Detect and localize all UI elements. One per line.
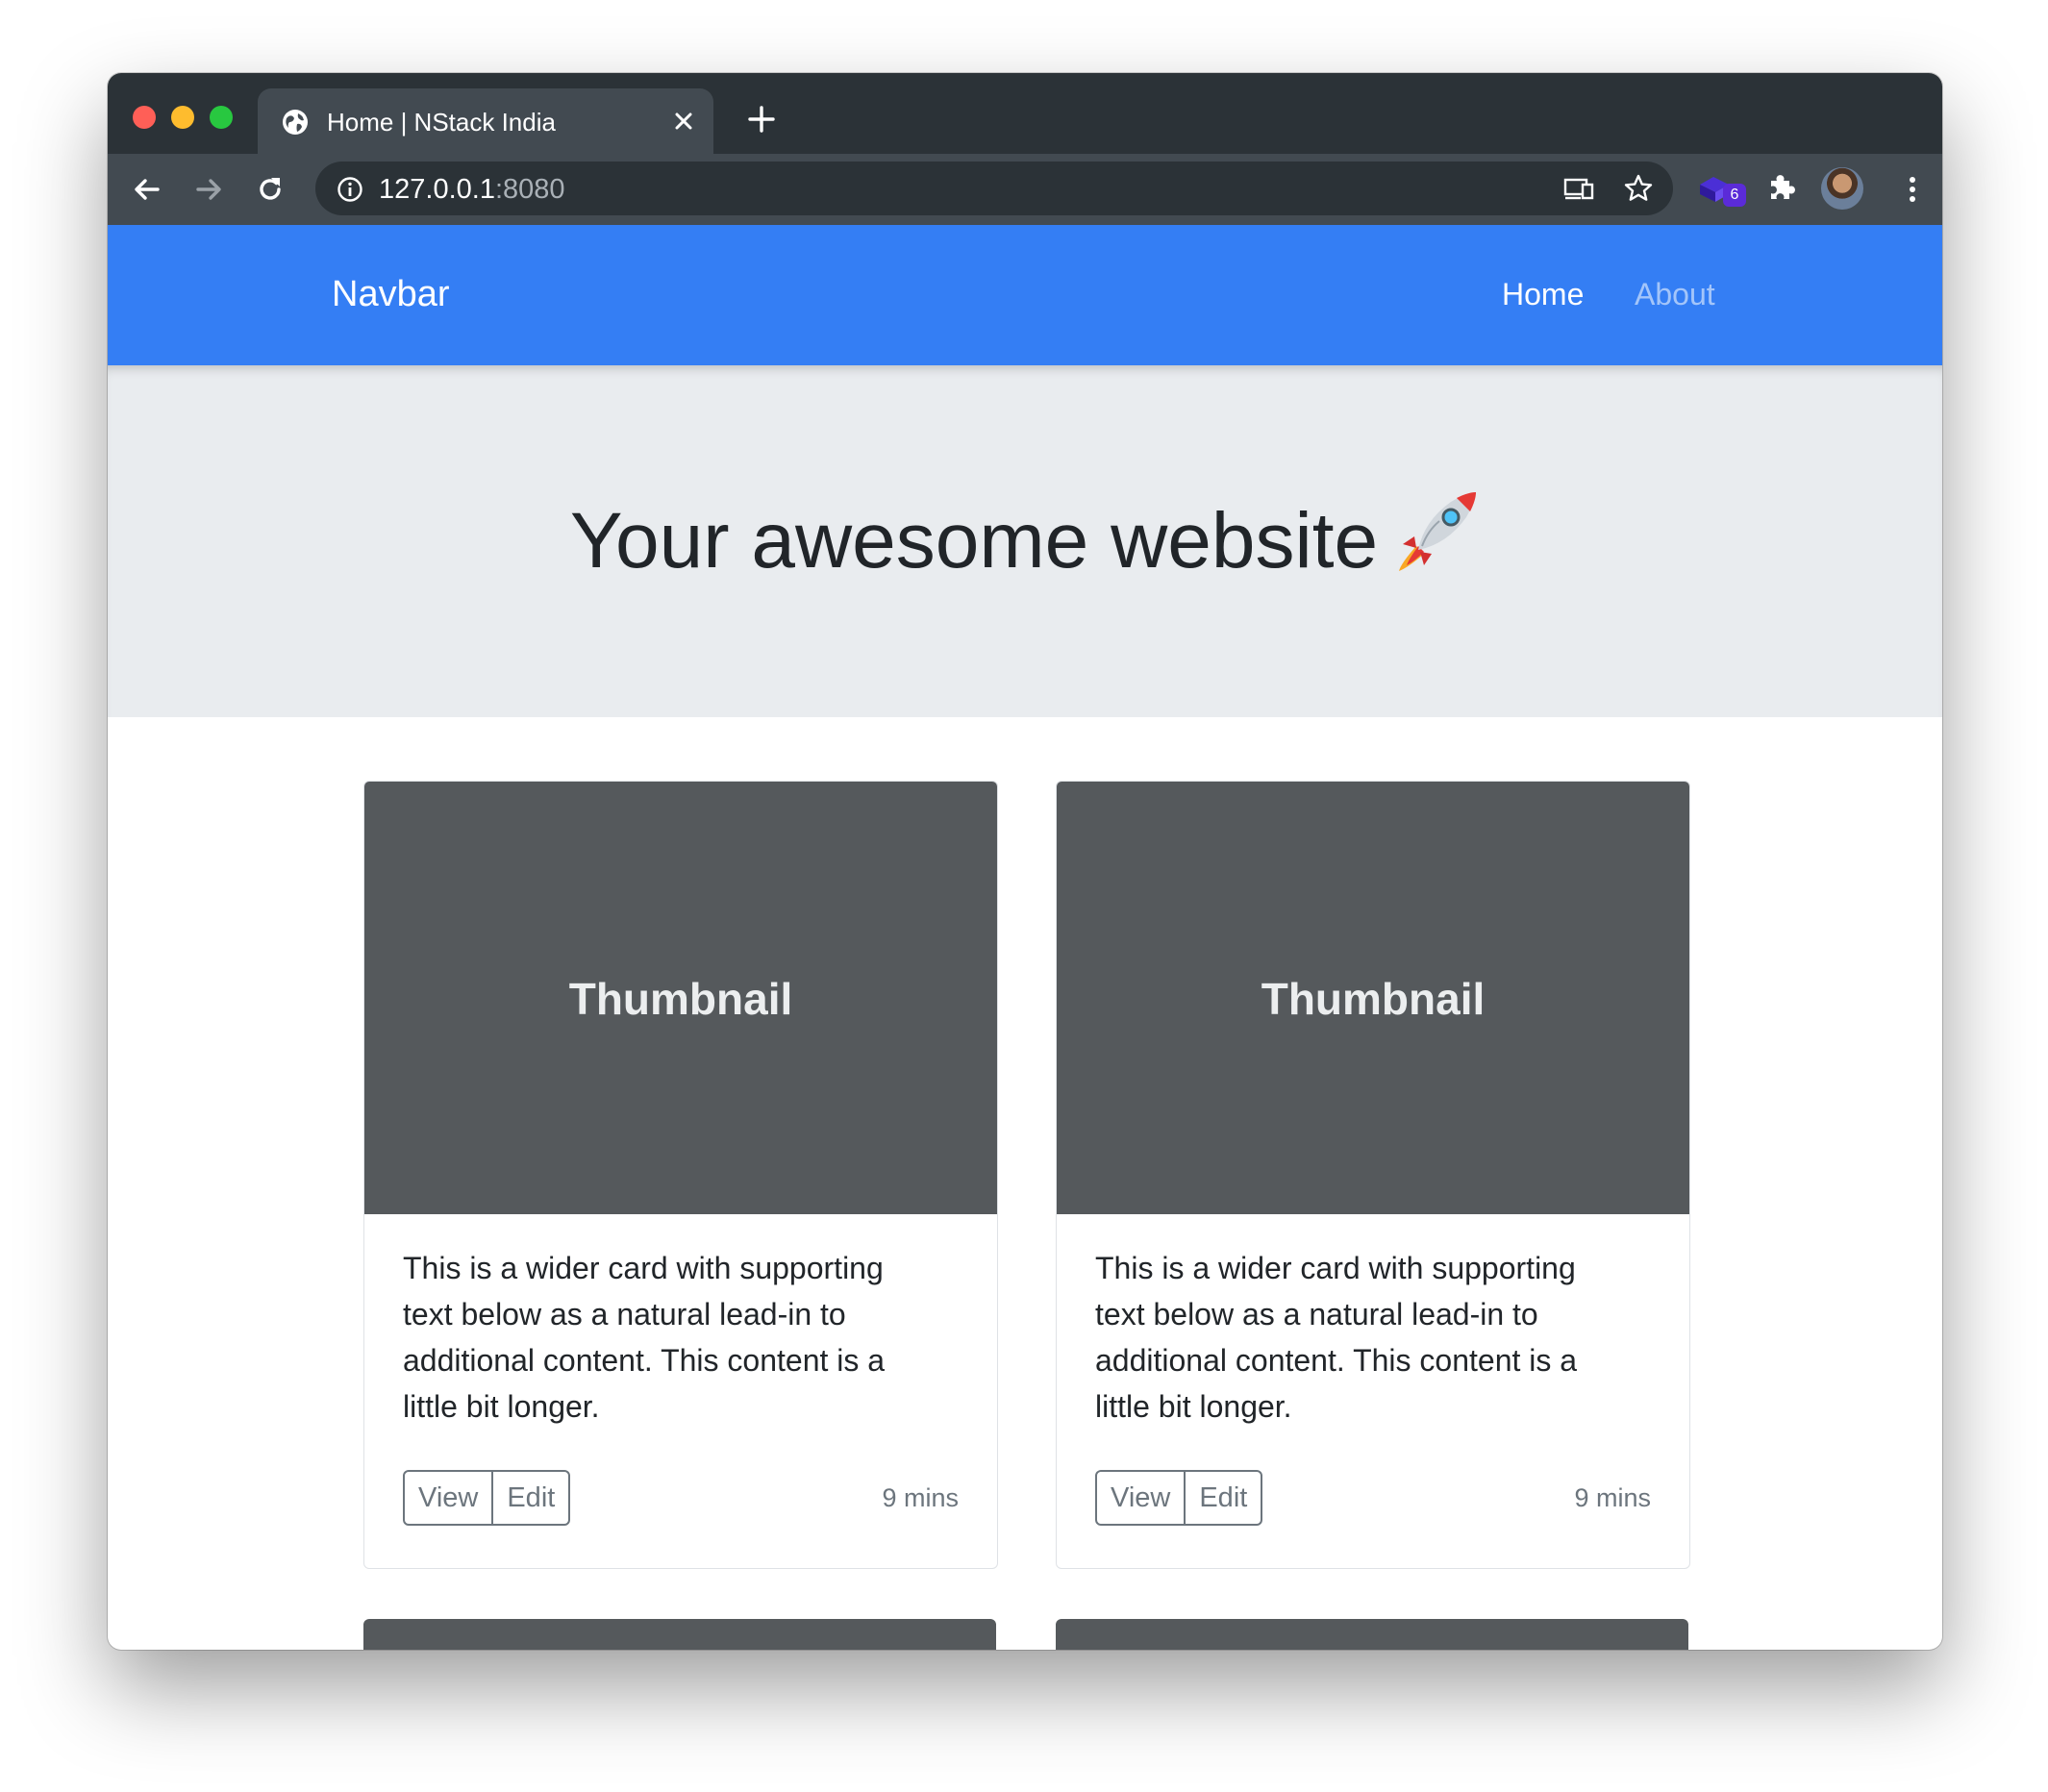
globe-icon	[283, 110, 308, 135]
extension-badge: 6	[1723, 184, 1746, 207]
navbar-brand[interactable]: Navbar	[332, 271, 450, 317]
thumbnail-label: Thumbnail	[568, 974, 793, 1024]
forward-arrow-icon[interactable]	[192, 173, 225, 206]
cast-icon[interactable]	[1563, 174, 1594, 203]
card-duration: 9 mins	[882, 1483, 959, 1512]
card-button-group: View Edit	[1095, 1470, 1263, 1526]
card-text: This is a wider card with supporting tex…	[403, 1251, 886, 1424]
card-duration: 9 mins	[1574, 1483, 1651, 1512]
star-icon[interactable]	[1623, 173, 1654, 204]
hero-section: Your awesome website	[108, 365, 1942, 717]
url-host: 127.0.0.1	[379, 174, 495, 205]
card-thumbnail-partial	[1056, 1619, 1688, 1650]
url-text: 127.0.0.1:8080	[379, 173, 565, 206]
address-bar[interactable]: 127.0.0.1:8080	[315, 162, 1673, 215]
card: Thumbnail This is a wider card with supp…	[363, 781, 998, 1569]
maximize-window-button[interactable]	[210, 106, 233, 129]
edit-button[interactable]: Edit	[1184, 1472, 1261, 1524]
info-icon[interactable]	[337, 176, 363, 203]
site-navbar: Navbar Home About	[108, 225, 1942, 365]
avatar[interactable]	[1821, 167, 1863, 210]
edit-button[interactable]: Edit	[491, 1472, 568, 1524]
close-window-button[interactable]	[133, 106, 156, 129]
close-icon[interactable]	[671, 109, 696, 134]
thumbnail-label: Thumbnail	[1261, 974, 1486, 1024]
browser-window: Home | NStack India 127.0.0.1:8080 6 Nav…	[108, 73, 1942, 1650]
reload-icon[interactable]	[254, 173, 287, 206]
card-button-group: View Edit	[403, 1470, 571, 1526]
card-text: This is a wider card with supporting tex…	[1095, 1251, 1578, 1424]
card: Thumbnail This is a wider card with supp…	[1056, 781, 1690, 1569]
back-arrow-icon[interactable]	[131, 173, 163, 206]
tab-strip: Home | NStack India	[108, 73, 1942, 154]
plus-icon[interactable]	[748, 106, 775, 133]
minimize-window-button[interactable]	[171, 106, 194, 129]
nav-link-home[interactable]: Home	[1502, 275, 1584, 313]
tab-home[interactable]: Home | NStack India	[258, 88, 713, 154]
browser-toolbar: 127.0.0.1:8080 6	[108, 154, 1942, 225]
card-thumbnail: Thumbnail	[364, 782, 997, 1214]
hero-title: Your awesome website	[569, 497, 1379, 585]
url-port: :8080	[494, 174, 565, 205]
tab-title: Home | NStack India	[327, 108, 556, 137]
view-button[interactable]: View	[405, 1472, 491, 1524]
card-thumbnail-partial	[363, 1619, 996, 1650]
puzzle-icon[interactable]	[1765, 171, 1798, 204]
view-button[interactable]: View	[1097, 1472, 1184, 1524]
card-thumbnail: Thumbnail	[1057, 782, 1689, 1214]
rocket-icon	[1399, 492, 1477, 571]
hero-heading: Your awesome website	[108, 488, 1942, 587]
more-vert-icon[interactable]	[1896, 173, 1929, 206]
nav-link-about[interactable]: About	[1635, 275, 1715, 313]
